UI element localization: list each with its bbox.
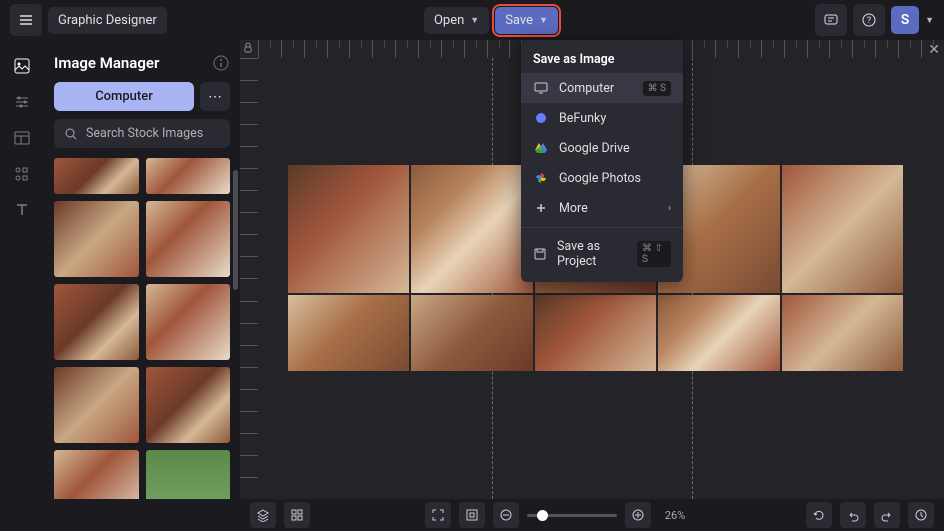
- redo-button[interactable]: [874, 502, 900, 528]
- tab-computer[interactable]: Computer: [54, 82, 194, 111]
- thumbnail[interactable]: [146, 367, 231, 443]
- save-dropdown: Save as Image Computer ⌘ S BeFunky Googl…: [521, 40, 683, 282]
- avatar-initial: S: [901, 12, 910, 28]
- separator: [521, 227, 683, 228]
- open-button[interactable]: Open ▼: [424, 7, 489, 34]
- thumbnail[interactable]: [54, 450, 139, 499]
- save-button[interactable]: Save ▼: [495, 7, 558, 34]
- thumbnail[interactable]: [146, 450, 231, 499]
- keyboard-shortcut: ⌘ ⇧ S: [637, 241, 671, 267]
- dropdown-header: Save as Image: [521, 46, 683, 73]
- item-label: More: [559, 201, 588, 216]
- item-label: Google Photos: [559, 171, 641, 186]
- open-label: Open: [434, 13, 464, 28]
- panel-title: Image Manager: [54, 54, 159, 72]
- avatar[interactable]: S: [891, 6, 919, 34]
- thumbnail[interactable]: [146, 201, 231, 277]
- chevron-down-icon: ▼: [470, 15, 479, 26]
- help-button[interactable]: ?: [853, 4, 885, 36]
- app-title[interactable]: Graphic Designer: [48, 7, 167, 34]
- search-icon: [64, 127, 78, 141]
- chevron-right-icon: ›: [668, 203, 671, 214]
- tab-more-button[interactable]: ⋯: [200, 82, 230, 111]
- ruler-lock-icon[interactable]: [242, 42, 256, 56]
- zoom-label: 26%: [665, 509, 685, 522]
- save-befunky-item[interactable]: BeFunky: [521, 103, 683, 133]
- menu-button[interactable]: [10, 4, 42, 36]
- vertical-ruler[interactable]: [240, 58, 258, 499]
- account-chevron-icon[interactable]: ▼: [925, 15, 934, 26]
- layers-button[interactable]: [250, 502, 276, 528]
- gphotos-icon: [533, 170, 549, 186]
- fullscreen-button[interactable]: [425, 502, 451, 528]
- feedback-button[interactable]: [815, 4, 847, 36]
- plus-icon: [533, 200, 549, 216]
- rail-image[interactable]: [10, 54, 34, 78]
- fit-button[interactable]: [459, 502, 485, 528]
- info-icon[interactable]: [212, 54, 230, 72]
- zoom-slider[interactable]: [527, 514, 617, 517]
- save-gdrive-item[interactable]: Google Drive: [521, 133, 683, 163]
- computer-icon: [533, 80, 549, 96]
- zoom-thumb[interactable]: [537, 510, 548, 521]
- panel-scrollbar[interactable]: [233, 170, 238, 290]
- thumbnail[interactable]: [54, 284, 139, 360]
- thumbnail[interactable]: [54, 158, 139, 194]
- save-label: Save: [505, 13, 533, 28]
- rail-elements[interactable]: [10, 162, 34, 186]
- thumbnail[interactable]: [146, 158, 231, 194]
- save-more-item[interactable]: More ›: [521, 193, 683, 223]
- item-label: BeFunky: [559, 111, 606, 126]
- save-project-item[interactable]: Save as Project ⌘ ⇧ S: [521, 232, 683, 276]
- search-label: Search Stock Images: [86, 126, 203, 141]
- rail-text[interactable]: [10, 198, 34, 222]
- svg-text:?: ?: [867, 16, 871, 26]
- thumbnail[interactable]: [146, 284, 231, 360]
- undo-button[interactable]: [840, 502, 866, 528]
- save-computer-item[interactable]: Computer ⌘ S: [521, 73, 683, 103]
- zoom-out-button[interactable]: [493, 502, 519, 528]
- rail-adjust[interactable]: [10, 90, 34, 114]
- chevron-down-icon: ▼: [539, 15, 548, 26]
- gdrive-icon: [533, 140, 549, 156]
- item-label: Save as Project: [557, 239, 627, 269]
- zoom-in-button[interactable]: [625, 502, 651, 528]
- item-label: Google Drive: [559, 141, 630, 156]
- history-button[interactable]: [908, 502, 934, 528]
- rail-layout[interactable]: [10, 126, 34, 150]
- app-title-label: Graphic Designer: [58, 13, 157, 28]
- thumbnail[interactable]: [54, 367, 139, 443]
- thumbnail[interactable]: [54, 201, 139, 277]
- save-icon: [533, 246, 547, 262]
- item-label: Computer: [559, 81, 614, 96]
- reset-button[interactable]: [806, 502, 832, 528]
- keyboard-shortcut: ⌘ S: [643, 81, 671, 96]
- thumbnail-grid: [54, 158, 230, 499]
- grid-button[interactable]: [284, 502, 310, 528]
- search-stock-button[interactable]: Search Stock Images: [54, 119, 230, 148]
- befunky-icon: [533, 110, 549, 126]
- save-gphotos-item[interactable]: Google Photos: [521, 163, 683, 193]
